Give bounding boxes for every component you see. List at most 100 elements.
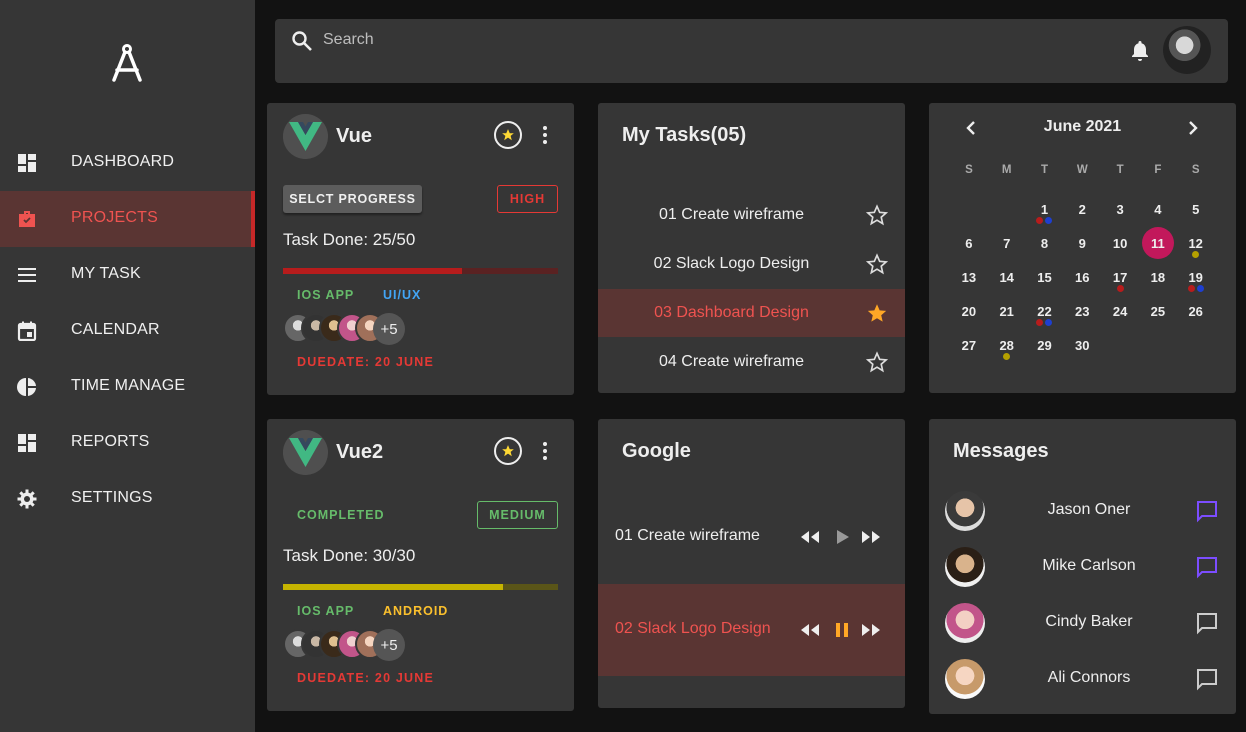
day-number: 17: [1112, 269, 1128, 285]
calendar-day[interactable]: 14: [988, 260, 1026, 294]
chat-icon[interactable]: [1195, 611, 1219, 635]
progress-bar: [283, 268, 558, 274]
day-number: 24: [1112, 303, 1128, 319]
menu-lines-icon: [18, 268, 36, 282]
calendar-day[interactable]: 17: [1101, 260, 1139, 294]
message-item[interactable]: Ali Connors: [929, 651, 1236, 707]
bell-icon[interactable]: [1128, 39, 1152, 63]
task-item[interactable]: 01 Create wireframe: [598, 191, 905, 239]
calendar-day[interactable]: 2: [1063, 192, 1101, 226]
calendar-day[interactable]: 15: [1026, 260, 1064, 294]
calendar-day[interactable]: 20: [950, 294, 988, 328]
calendar-day[interactable]: 25: [1139, 294, 1177, 328]
sidebar-item-time-manage[interactable]: TIME MANAGE: [0, 359, 255, 415]
favorite-button[interactable]: [494, 437, 522, 465]
calendar-day[interactable]: 3: [1101, 192, 1139, 226]
calendar-day[interactable]: 6: [950, 226, 988, 260]
calendar-day[interactable]: 23: [1063, 294, 1101, 328]
rewind-icon[interactable]: [799, 526, 821, 548]
calendar-day[interactable]: 1: [1026, 192, 1064, 226]
calendar-day[interactable]: 11: [1139, 226, 1177, 260]
chevron-right-icon[interactable]: [1185, 119, 1201, 137]
day-number: 15: [1037, 269, 1052, 285]
select-progress-button[interactable]: SELCT PROGRESS: [283, 185, 422, 213]
calendar-day[interactable]: 9: [1063, 226, 1101, 260]
calendar-day[interactable]: 4: [1139, 192, 1177, 226]
event-dot: [1045, 319, 1053, 326]
my-tasks-title: My Tasks(05): [622, 124, 747, 146]
star-outline-icon[interactable]: [866, 253, 888, 275]
sidebar-item-calendar[interactable]: CALENDAR: [0, 303, 255, 359]
calendar-day[interactable]: 26: [1177, 294, 1215, 328]
sidebar-item-label: CALENDAR: [71, 321, 160, 338]
vue-logo-icon: [283, 430, 328, 475]
task-label: 01 Create wireframe: [659, 206, 804, 223]
sidebar-item-my-task[interactable]: MY TASK: [0, 247, 255, 303]
task-done-count: Task Done: 30/30: [283, 546, 416, 565]
calendar-day[interactable]: 24: [1101, 294, 1139, 328]
sidebar-item-settings[interactable]: SETTINGS: [0, 471, 255, 527]
calendar-day[interactable]: 7: [988, 226, 1026, 260]
google-card: Google 01 Create wireframe 02 Slack Logo…: [598, 419, 905, 708]
calendar-day[interactable]: 10: [1101, 226, 1139, 260]
tag-label: UI/UX: [383, 288, 422, 302]
task-item-active[interactable]: 03 Dashboard Design: [598, 289, 905, 337]
chat-icon[interactable]: [1195, 499, 1219, 523]
calendar-day[interactable]: 16: [1063, 260, 1101, 294]
tag-label: ANDROID: [383, 604, 449, 618]
weekday-label: S: [965, 164, 973, 176]
task-item[interactable]: 02 Slack Logo Design: [598, 240, 905, 288]
star-outline-icon[interactable]: [866, 351, 888, 373]
user-avatar[interactable]: [1163, 26, 1211, 74]
media-item[interactable]: 01 Create wireframe: [598, 491, 905, 583]
calendar-day[interactable]: 22: [1026, 294, 1064, 328]
sidebar-item-label: DASHBOARD: [71, 153, 175, 170]
calendar-day[interactable]: 28: [988, 328, 1026, 362]
calendar-day[interactable]: 27: [950, 328, 988, 362]
day-number: 16: [1075, 269, 1090, 285]
google-title: Google: [622, 440, 691, 462]
star-filled-icon[interactable]: [866, 302, 888, 324]
calendar-day[interactable]: 18: [1139, 260, 1177, 294]
sidebar-item-reports[interactable]: REPORTS: [0, 415, 255, 471]
calendar-card: June 2021 S M T W T F S 1 2 3 4 5 6 7 8 9 10 11 12 1…: [929, 103, 1236, 393]
calendar-day[interactable]: 5: [1177, 192, 1215, 226]
task-done-count: Task Done: 25/50: [283, 230, 416, 249]
more-vert-icon[interactable]: [539, 441, 551, 461]
progress-bar-fill: [283, 584, 503, 590]
message-item[interactable]: Mike Carlson: [929, 539, 1236, 595]
calendar-day[interactable]: 8: [1026, 226, 1064, 260]
more-members-badge[interactable]: +5: [373, 629, 405, 661]
favorite-button[interactable]: [494, 121, 522, 149]
media-label: 02 Slack Logo Design: [615, 620, 771, 637]
fast-forward-icon[interactable]: [860, 619, 882, 641]
pause-icon[interactable]: [831, 619, 853, 641]
media-item-active[interactable]: 02 Slack Logo Design: [598, 584, 905, 676]
sidebar-item-label: REPORTS: [71, 433, 150, 450]
search-input[interactable]: Search: [323, 31, 374, 49]
calendar-day[interactable]: 19: [1177, 260, 1215, 294]
calendar-day[interactable]: 29: [1026, 328, 1064, 362]
calendar-day[interactable]: 13: [950, 260, 988, 294]
fast-forward-icon[interactable]: [860, 526, 882, 548]
play-icon[interactable]: [831, 526, 853, 548]
message-item[interactable]: Cindy Baker: [929, 595, 1236, 651]
rewind-icon[interactable]: [799, 619, 821, 641]
pie-chart-icon: [17, 378, 36, 396]
event-dot: [1196, 285, 1204, 292]
chat-icon[interactable]: [1195, 667, 1219, 691]
calendar-day[interactable]: 21: [988, 294, 1026, 328]
calendar-day[interactable]: 12: [1177, 226, 1215, 260]
chat-icon[interactable]: [1195, 555, 1219, 579]
due-date: DUEDATE: 20 JUNE: [297, 671, 435, 685]
more-members-badge[interactable]: +5: [373, 313, 405, 345]
contact-name: Mike Carlson: [1042, 557, 1136, 574]
message-item[interactable]: Jason Oner: [929, 483, 1236, 539]
task-item[interactable]: 04 Create wireframe: [598, 338, 905, 386]
calendar-day[interactable]: 30: [1063, 328, 1101, 362]
sidebar-item-projects[interactable]: PROJECTS: [0, 191, 255, 247]
star-outline-icon[interactable]: [866, 204, 888, 226]
more-vert-icon[interactable]: [539, 125, 551, 145]
sidebar-item-dashboard[interactable]: DASHBOARD: [0, 135, 255, 191]
day-number: 7: [1003, 235, 1011, 251]
